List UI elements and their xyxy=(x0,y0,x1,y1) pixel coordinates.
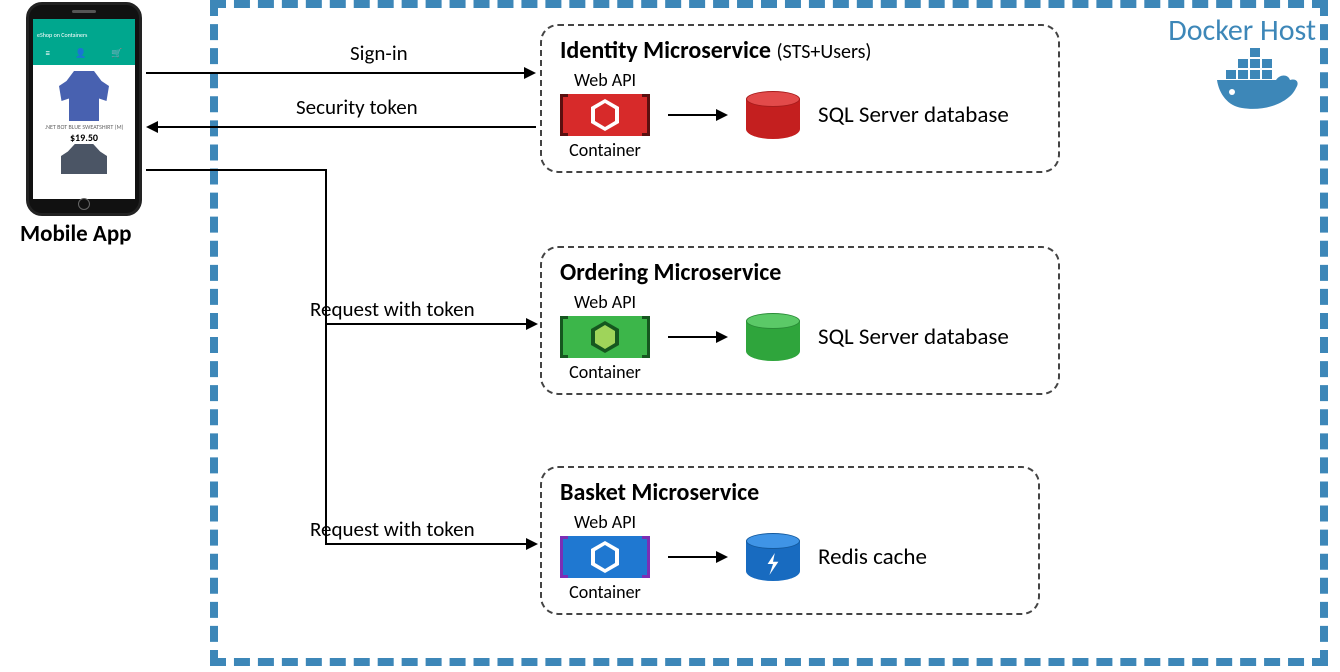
ordering-api-label: Web API xyxy=(560,291,650,313)
basket-container-label: Container xyxy=(560,581,650,603)
ordering-title: Ordering Microservice xyxy=(560,258,1040,287)
identity-api-label: Web API xyxy=(560,69,650,91)
ordering-microservice: Ordering Microservice Web API Container … xyxy=(540,246,1060,395)
product-image xyxy=(59,71,109,121)
phone-screen: eShop on Containers ≡👤🛒 .NET BOT BLUE SW… xyxy=(33,19,135,199)
arrow-signin xyxy=(146,66,536,80)
docker-host-label: Docker Host xyxy=(1168,12,1316,49)
basket-redis-icon xyxy=(746,533,800,581)
basket-microservice: Basket Microservice Web API Container Re… xyxy=(540,466,1040,615)
identity-title: Identity Microservice xyxy=(560,36,771,65)
mobile-app-label: Mobile App xyxy=(20,220,132,248)
app-title: eShop on Containers xyxy=(33,29,135,41)
ordering-db-label: SQL Server database xyxy=(818,324,1009,350)
ordering-db-icon xyxy=(746,313,800,361)
basket-db-label: Redis cache xyxy=(818,544,927,570)
arrow-ordering-db xyxy=(668,327,728,347)
mobile-phone: eShop on Containers ≡👤🛒 .NET BOT BLUE SW… xyxy=(26,2,142,216)
arrow-req-basket xyxy=(324,324,538,552)
identity-container-label: Container xyxy=(560,139,650,161)
arrow-basket-db xyxy=(668,547,728,567)
basket-api-label: Web API xyxy=(560,511,650,533)
signin-label: Sign-in xyxy=(350,40,408,66)
identity-container-icon xyxy=(560,94,650,136)
product-price: $19.50 xyxy=(33,131,135,144)
product-name: .NET BOT BLUE SWEATSHIRT (M) xyxy=(33,123,135,131)
token-label: Security token xyxy=(296,94,418,120)
identity-microservice: Identity Microservice (STS+Users) Web AP… xyxy=(540,24,1060,173)
arrow-token xyxy=(146,120,536,134)
ordering-container-label: Container xyxy=(560,361,650,383)
basket-title: Basket Microservice xyxy=(560,478,1020,507)
identity-db-icon xyxy=(746,91,800,139)
identity-subtitle: (STS+Users) xyxy=(776,40,871,64)
docker-icon xyxy=(1214,46,1304,121)
identity-db-label: SQL Server database xyxy=(818,102,1009,128)
arrow-identity-db xyxy=(668,105,728,125)
arrow-req-ordering xyxy=(146,170,538,330)
basket-container-icon xyxy=(560,536,650,578)
ordering-container-icon xyxy=(560,316,650,358)
